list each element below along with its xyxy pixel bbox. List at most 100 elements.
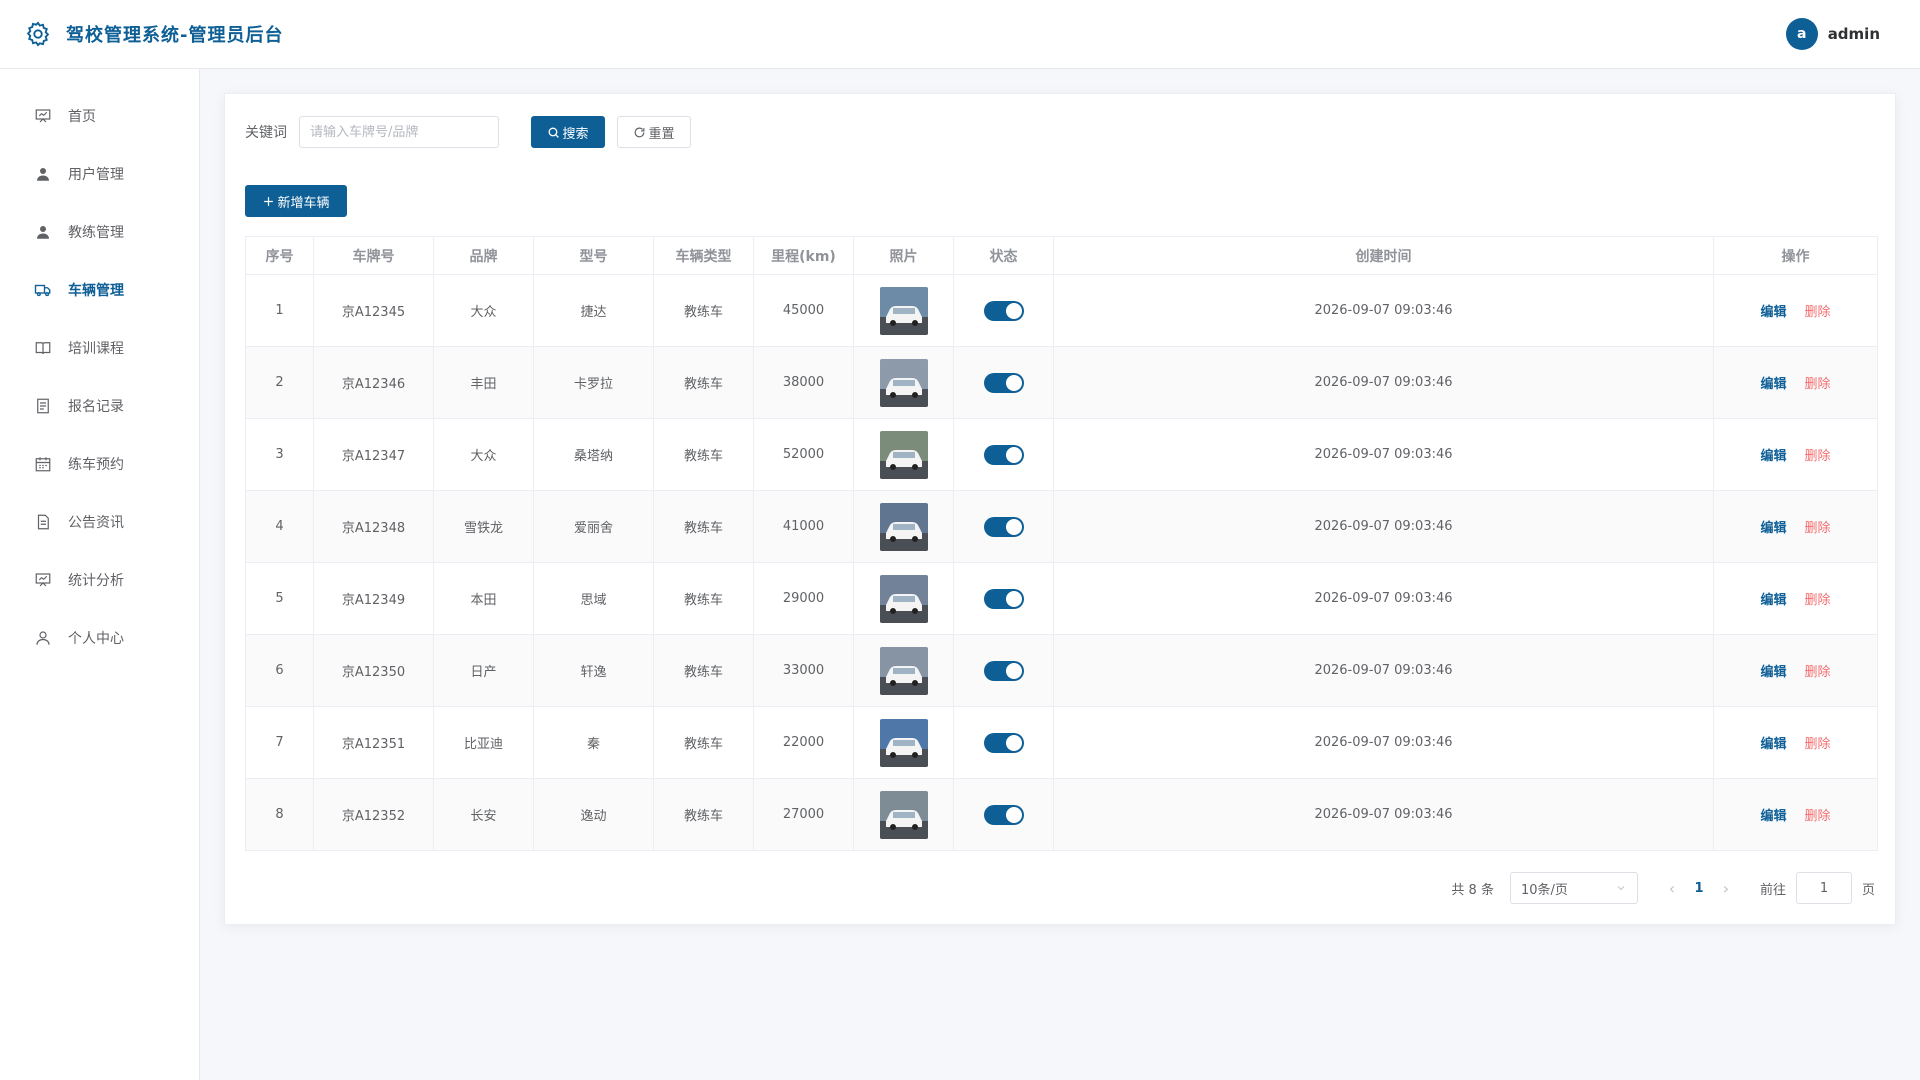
sidebar-item-enrollments[interactable]: 报名记录 bbox=[0, 377, 199, 435]
delete-button[interactable]: 删除 bbox=[1805, 377, 1831, 392]
sidebar-item-label: 报名记录 bbox=[68, 399, 124, 415]
vehicle-photo[interactable] bbox=[879, 790, 928, 839]
reset-button[interactable]: 重置 bbox=[617, 116, 691, 148]
vehicle-photo[interactable] bbox=[879, 430, 928, 479]
vehicle-list-card: 关键词 搜索 重置 新增车辆 序号 车牌号 品牌 型号 车 bbox=[224, 93, 1896, 925]
username[interactable]: admin bbox=[1828, 25, 1880, 43]
sidebar-item-notices[interactable]: 公告资讯 bbox=[0, 493, 199, 551]
vehicle-photo[interactable] bbox=[879, 574, 928, 623]
plus-icon bbox=[264, 196, 274, 206]
cell-photo bbox=[853, 778, 954, 851]
vehicle-photo[interactable] bbox=[879, 646, 928, 695]
edit-button[interactable]: 编辑 bbox=[1760, 809, 1786, 824]
vehicle-photo[interactable] bbox=[879, 286, 928, 335]
cell-mileage: 27000 bbox=[753, 778, 854, 851]
cell-index: 3 bbox=[245, 418, 314, 491]
cell-actions: 编辑 删除 bbox=[1713, 778, 1878, 851]
delete-button[interactable]: 删除 bbox=[1805, 521, 1831, 536]
cell-status bbox=[953, 418, 1054, 491]
status-toggle[interactable] bbox=[983, 660, 1024, 681]
delete-button[interactable]: 删除 bbox=[1805, 809, 1831, 824]
cell-plate: 京A12348 bbox=[313, 490, 434, 563]
cell-mileage: 29000 bbox=[753, 562, 854, 635]
delete-button[interactable]: 删除 bbox=[1805, 593, 1831, 608]
sidebar-item-profile[interactable]: 个人中心 bbox=[0, 609, 199, 667]
vehicle-photo[interactable] bbox=[879, 502, 928, 551]
status-toggle[interactable] bbox=[983, 804, 1024, 825]
add-vehicle-button[interactable]: 新增车辆 bbox=[245, 185, 347, 217]
page-number[interactable]: 1 bbox=[1684, 881, 1714, 896]
edit-button[interactable]: 编辑 bbox=[1760, 305, 1786, 320]
cell-model: 思域 bbox=[533, 562, 654, 635]
status-toggle[interactable] bbox=[983, 444, 1024, 465]
next-page-icon[interactable]: › bbox=[1714, 879, 1738, 898]
status-toggle[interactable] bbox=[983, 516, 1024, 537]
delete-button[interactable]: 删除 bbox=[1805, 665, 1831, 680]
cell-created: 2026-09-07 09:03:46 bbox=[1053, 562, 1714, 635]
search-icon bbox=[549, 127, 560, 138]
status-toggle[interactable] bbox=[983, 372, 1024, 393]
search-input[interactable] bbox=[299, 116, 499, 148]
goto-page-input[interactable] bbox=[1795, 872, 1852, 904]
sidebar-item-home[interactable]: 首页 bbox=[0, 87, 199, 145]
sidebar-item-bookings[interactable]: 练车预约 bbox=[0, 435, 199, 493]
avatar[interactable]: a bbox=[1785, 18, 1818, 50]
cell-brand: 大众 bbox=[433, 274, 534, 347]
page-size-select[interactable]: 10条/页 bbox=[1509, 872, 1638, 904]
presentation-icon bbox=[35, 109, 51, 123]
edit-button[interactable]: 编辑 bbox=[1760, 521, 1786, 536]
search-button[interactable]: 搜索 bbox=[531, 116, 605, 148]
sidebar-item-vehicles[interactable]: 车辆管理 bbox=[0, 261, 199, 319]
user-menu[interactable]: a admin bbox=[1785, 18, 1880, 50]
gear-icon bbox=[26, 21, 50, 47]
cell-status bbox=[953, 490, 1054, 563]
column-header: 状态 bbox=[953, 236, 1054, 275]
column-header: 车辆类型 bbox=[653, 236, 754, 275]
cell-model: 卡罗拉 bbox=[533, 346, 654, 419]
pagination: 共 8 条 10条/页 ‹ 1 › 前往 页 bbox=[1451, 872, 1875, 904]
cell-mileage: 22000 bbox=[753, 706, 854, 779]
edit-button[interactable]: 编辑 bbox=[1760, 737, 1786, 752]
delete-button[interactable]: 删除 bbox=[1805, 449, 1831, 464]
page-size-value: 10条/页 bbox=[1520, 882, 1568, 898]
edit-button[interactable]: 编辑 bbox=[1760, 449, 1786, 464]
cell-type: 教练车 bbox=[653, 490, 754, 563]
column-header: 创建时间 bbox=[1053, 236, 1714, 275]
cell-index: 2 bbox=[245, 346, 314, 419]
vehicle-table: 序号 车牌号 品牌 型号 车辆类型 里程(km) 照片 状态 创建时间 操作 1… bbox=[245, 236, 1878, 851]
prev-page-icon[interactable]: ‹ bbox=[1660, 879, 1684, 898]
total-count: 共 8 条 bbox=[1451, 882, 1494, 898]
sidebar-item-label: 教练管理 bbox=[68, 225, 124, 241]
status-toggle[interactable] bbox=[983, 588, 1024, 609]
delete-button[interactable]: 删除 bbox=[1805, 737, 1831, 752]
table-row: 3 京A12347 大众 桑塔纳 教练车 52000 2026-09-07 09:03:46… bbox=[245, 418, 1878, 491]
cell-photo bbox=[853, 346, 954, 419]
cell-brand: 大众 bbox=[433, 418, 534, 491]
edit-button[interactable]: 编辑 bbox=[1760, 665, 1786, 680]
sidebar-item-users[interactable]: 用户管理 bbox=[0, 145, 199, 203]
vehicle-photo[interactable] bbox=[879, 358, 928, 407]
sidebar-item-label: 练车预约 bbox=[68, 457, 124, 473]
app-title: 驾校管理系统-管理员后台 bbox=[66, 25, 284, 46]
vehicle-photo[interactable] bbox=[879, 718, 928, 767]
cell-plate: 京A12346 bbox=[313, 346, 434, 419]
search-button-label: 搜索 bbox=[562, 126, 589, 142]
sidebar-item-courses[interactable]: 培训课程 bbox=[0, 319, 199, 377]
cell-status bbox=[953, 778, 1054, 851]
status-toggle[interactable] bbox=[983, 732, 1024, 753]
cell-actions: 编辑 删除 bbox=[1713, 562, 1878, 635]
edit-button[interactable]: 编辑 bbox=[1760, 377, 1786, 392]
cell-brand: 丰田 bbox=[433, 346, 534, 419]
cell-photo bbox=[853, 706, 954, 779]
table-row: 7 京A12351 比亚迪秦教练车 22000 2026-09-07 09:03:46 编… bbox=[245, 706, 1878, 779]
sidebar-item-coaches[interactable]: 教练管理 bbox=[0, 203, 199, 261]
cell-photo bbox=[853, 634, 954, 707]
column-header: 车牌号 bbox=[313, 236, 434, 275]
cell-status bbox=[953, 634, 1054, 707]
edit-button[interactable]: 编辑 bbox=[1760, 593, 1786, 608]
sidebar-item-statistics[interactable]: 统计分析 bbox=[0, 551, 199, 609]
sidebar-item-label: 培训课程 bbox=[68, 341, 124, 357]
status-toggle[interactable] bbox=[983, 300, 1024, 321]
cell-actions: 编辑 删除 bbox=[1713, 634, 1878, 707]
delete-button[interactable]: 删除 bbox=[1805, 305, 1831, 320]
